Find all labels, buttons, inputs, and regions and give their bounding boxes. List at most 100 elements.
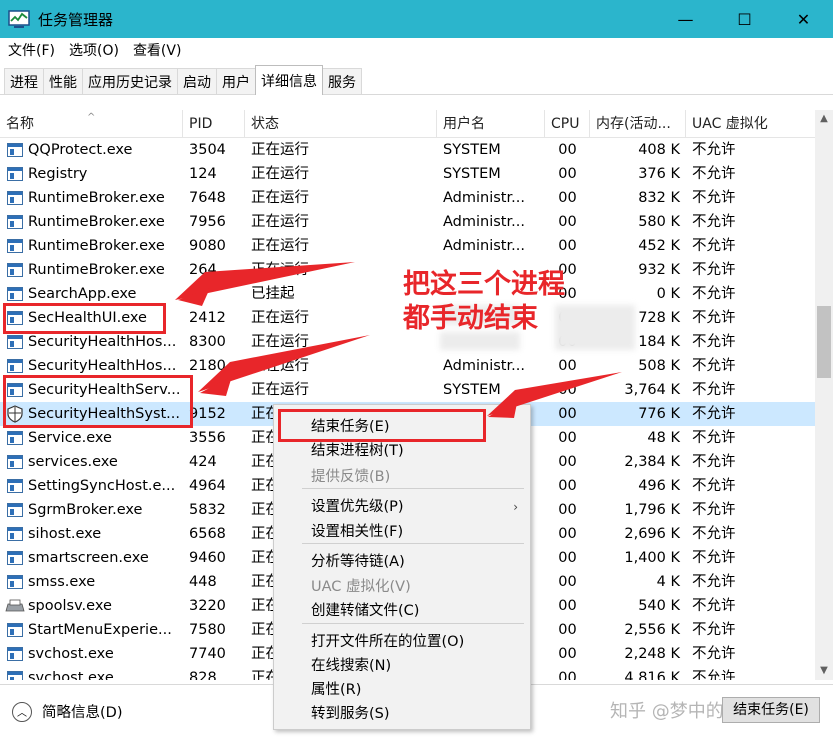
context-menu-item: 提供反馈(B) <box>274 465 530 489</box>
context-menu-item[interactable]: 创建转储文件(C) <box>274 599 530 623</box>
context-menu-item[interactable]: 属性(R) <box>274 678 530 702</box>
cell-pid: 828 <box>189 670 217 680</box>
scroll-thumb[interactable] <box>817 306 831 378</box>
cell-name: RuntimeBroker.exe <box>28 238 165 254</box>
annotation-text: 把这三个进程 都手动结束 <box>403 268 623 336</box>
cell-uac: 不允许 <box>692 190 736 206</box>
cell-pid: 124 <box>189 166 217 182</box>
column-header-cpu[interactable]: CPU <box>545 110 590 138</box>
cell-memory: 832 K <box>638 190 680 206</box>
context-menu-item[interactable]: 分析等待链(A) <box>274 550 530 574</box>
tab-details[interactable]: 详细信息 <box>255 65 323 95</box>
cell-pid: 424 <box>189 454 217 470</box>
cell-uac: 不允许 <box>692 646 736 662</box>
context-menu-item[interactable]: 结束进程树(T) <box>274 439 530 463</box>
tab-app-history[interactable]: 应用历史记录 <box>82 68 178 94</box>
cell-name: SettingSyncHost.e... <box>28 478 176 494</box>
cell-pid <box>183 282 245 306</box>
cell-pid: 5832 <box>189 502 226 518</box>
cell-name: smss.exe <box>28 574 96 590</box>
cell-name: smartscreen.exe <box>28 550 149 566</box>
menu-separator <box>302 543 524 544</box>
column-header-pid[interactable]: PID <box>183 110 245 138</box>
cell-memory: 4 K <box>656 574 680 590</box>
cell-uac: 不允许 <box>692 310 736 326</box>
tab-performance[interactable]: 性能 <box>43 68 83 94</box>
minimize-button[interactable]: — <box>656 0 715 38</box>
context-menu-item[interactable]: 设置优先级(P) › <box>274 495 530 519</box>
cell-status: 正在运行 <box>251 214 309 230</box>
cell-name: RuntimeBroker.exe <box>28 262 165 278</box>
column-header-user[interactable]: 用户名 <box>437 110 545 138</box>
context-menu-item[interactable]: 转到服务(S) <box>274 702 530 726</box>
table-row[interactable]: RuntimeBroker.exe 7956 正在运行 Administr... 00 5… <box>0 210 815 234</box>
scroll-up-icon[interactable]: ▲ <box>815 110 833 128</box>
scroll-down-icon[interactable]: ▼ <box>815 662 833 680</box>
annotation-line-1: 把这三个进程 <box>403 269 565 300</box>
cell-status: 正在运行 <box>251 382 309 398</box>
maximize-button[interactable]: ☐ <box>715 0 774 38</box>
column-header-name[interactable]: 名称 ^ <box>0 110 183 138</box>
window-title: 任务管理器 <box>38 10 114 29</box>
column-header-status[interactable]: 状态 <box>245 110 437 138</box>
cell-pid: 7648 <box>189 190 226 206</box>
cell-cpu: 00 <box>558 598 577 614</box>
context-menu-item-label: 属性(R) <box>311 682 362 698</box>
tab-strip: 进程 性能 应用历史记录 启动 用户 详细信息 服务 <box>4 65 362 95</box>
menu-bar: 文件(F) 选项(O) 查看(V) <box>0 38 833 62</box>
cell-cpu: 00 <box>558 646 577 662</box>
cell-uac: 不允许 <box>692 622 736 638</box>
cell-memory: 3,764 K <box>624 382 680 398</box>
cell-uac: 不允许 <box>692 430 736 446</box>
context-menu-item[interactable]: 打开文件所在的位置(O) <box>274 630 530 654</box>
cell-uac: 不允许 <box>692 550 736 566</box>
cell-uac: 不允许 <box>692 598 736 614</box>
context-menu-item-label: 打开文件所在的位置(O) <box>311 634 465 650</box>
tab-divider <box>0 94 833 95</box>
cell-uac: 不允许 <box>692 238 736 254</box>
menu-file[interactable]: 文件(F) <box>8 40 55 60</box>
cell-memory: 580 K <box>638 214 680 230</box>
end-task-button[interactable]: 结束任务(E) <box>722 697 820 723</box>
column-header-memory[interactable]: 内存(活动... <box>590 110 686 138</box>
column-header-uac[interactable]: UAC 虚拟化 <box>686 110 815 138</box>
menu-separator <box>302 488 524 489</box>
menu-options[interactable]: 选项(O) <box>69 40 119 60</box>
title-bar[interactable]: 任务管理器 — ☐ ✕ <box>0 0 833 38</box>
cell-name: StartMenuExperie... <box>28 622 172 638</box>
cell-name: RuntimeBroker.exe <box>28 214 165 230</box>
cell-uac: 不允许 <box>692 574 736 590</box>
table-row[interactable]: QQProtect.exe 3504 正在运行 SYSTEM 00 408 K 不允许 <box>0 138 815 162</box>
menu-view[interactable]: 查看(V) <box>133 40 182 60</box>
cell-name: sihost.exe <box>28 526 102 542</box>
cell-cpu: 00 <box>558 142 577 158</box>
cell-uac: 不允许 <box>692 406 736 422</box>
tab-processes[interactable]: 进程 <box>4 68 44 94</box>
cell-memory: 496 K <box>638 478 680 494</box>
tab-services[interactable]: 服务 <box>322 68 362 94</box>
vertical-scrollbar[interactable]: ▲ ▼ <box>815 110 833 680</box>
cell-name: QQProtect.exe <box>28 142 133 158</box>
cell-pid: 7740 <box>189 646 226 662</box>
table-row[interactable]: Registry 124 正在运行 SYSTEM 00 376 K 不允许 <box>0 162 815 186</box>
chevron-up-icon: ︿ <box>12 701 32 722</box>
cell-cpu: 00 <box>558 550 577 566</box>
table-row[interactable]: RuntimeBroker.exe 9080 正在运行 Administr... 00 4… <box>0 234 815 258</box>
cell-name: RuntimeBroker.exe <box>28 190 165 206</box>
cell-cpu: 00 <box>558 358 577 374</box>
cell-memory: 4,816 K <box>624 670 680 680</box>
close-button[interactable]: ✕ <box>774 0 833 38</box>
cell-uac: 不允许 <box>692 166 736 182</box>
cell-uac: 不允许 <box>692 286 736 302</box>
context-menu-item-label: 分析等待链(A) <box>311 554 405 570</box>
context-menu-item[interactable]: 设置相关性(F) <box>274 520 530 544</box>
tab-startup[interactable]: 启动 <box>177 68 217 94</box>
context-menu-item[interactable]: 在线搜索(N) <box>274 654 530 678</box>
cell-pid: 448 <box>189 574 217 590</box>
tab-users[interactable]: 用户 <box>216 68 256 94</box>
less-details-button[interactable]: ︿ 简略信息(D) <box>12 701 122 722</box>
table-row[interactable]: RuntimeBroker.exe 7648 正在运行 Administr... 00 8… <box>0 186 815 210</box>
context-menu-item-label: 转到服务(S) <box>311 706 390 722</box>
cell-memory: 1,400 K <box>624 550 680 566</box>
context-menu: 结束任务(E) 结束进程树(T) 提供反馈(B) 设置优先级(P) › 设置相关性(F) 分… <box>273 404 531 730</box>
